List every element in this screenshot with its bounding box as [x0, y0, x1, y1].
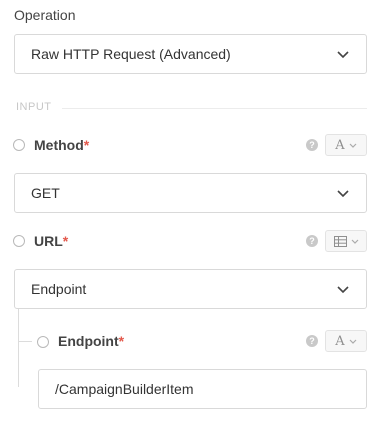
url-select-value: Endpoint — [31, 281, 87, 297]
method-label: Method* — [34, 137, 90, 153]
text-type-icon: A — [335, 137, 345, 153]
endpoint-input[interactable]: /CampaignBuilderItem — [38, 369, 367, 409]
endpoint-label: Endpoint* — [58, 333, 125, 349]
chevron-down-icon — [349, 143, 357, 148]
required-mark: * — [83, 137, 90, 153]
help-icon[interactable]: ? — [306, 335, 318, 347]
section-title-input: INPUT — [16, 101, 52, 113]
method-toggle-radio[interactable] — [13, 139, 25, 151]
chevron-down-icon — [349, 339, 357, 344]
url-type-selector[interactable] — [325, 230, 367, 252]
section-divider — [62, 108, 367, 109]
operation-select-value: Raw HTTP Request (Advanced) — [31, 46, 231, 62]
table-type-icon — [333, 235, 347, 247]
operation-label: Operation — [14, 7, 76, 23]
chevron-down-icon — [337, 51, 349, 59]
method-select-value: GET — [31, 185, 60, 201]
text-type-icon: A — [335, 333, 345, 349]
nested-tree-branch — [18, 341, 32, 342]
chevron-down-icon — [351, 239, 358, 244]
endpoint-toggle-radio[interactable] — [37, 336, 49, 348]
chevron-down-icon — [337, 190, 349, 198]
help-icon[interactable]: ? — [306, 235, 318, 247]
operation-select[interactable]: Raw HTTP Request (Advanced) — [14, 34, 367, 74]
nested-tree-line — [18, 309, 19, 387]
endpoint-input-value: /CampaignBuilderItem — [55, 381, 194, 397]
url-select[interactable]: Endpoint — [14, 269, 367, 309]
chevron-down-icon — [337, 286, 349, 294]
help-icon[interactable]: ? — [306, 139, 318, 151]
endpoint-type-selector[interactable]: A — [325, 330, 367, 352]
url-toggle-radio[interactable] — [13, 235, 25, 247]
url-label: URL* — [34, 233, 69, 249]
required-mark: * — [118, 333, 125, 349]
method-type-selector[interactable]: A — [325, 134, 367, 156]
method-select[interactable]: GET — [14, 173, 367, 213]
required-mark: * — [62, 233, 69, 249]
